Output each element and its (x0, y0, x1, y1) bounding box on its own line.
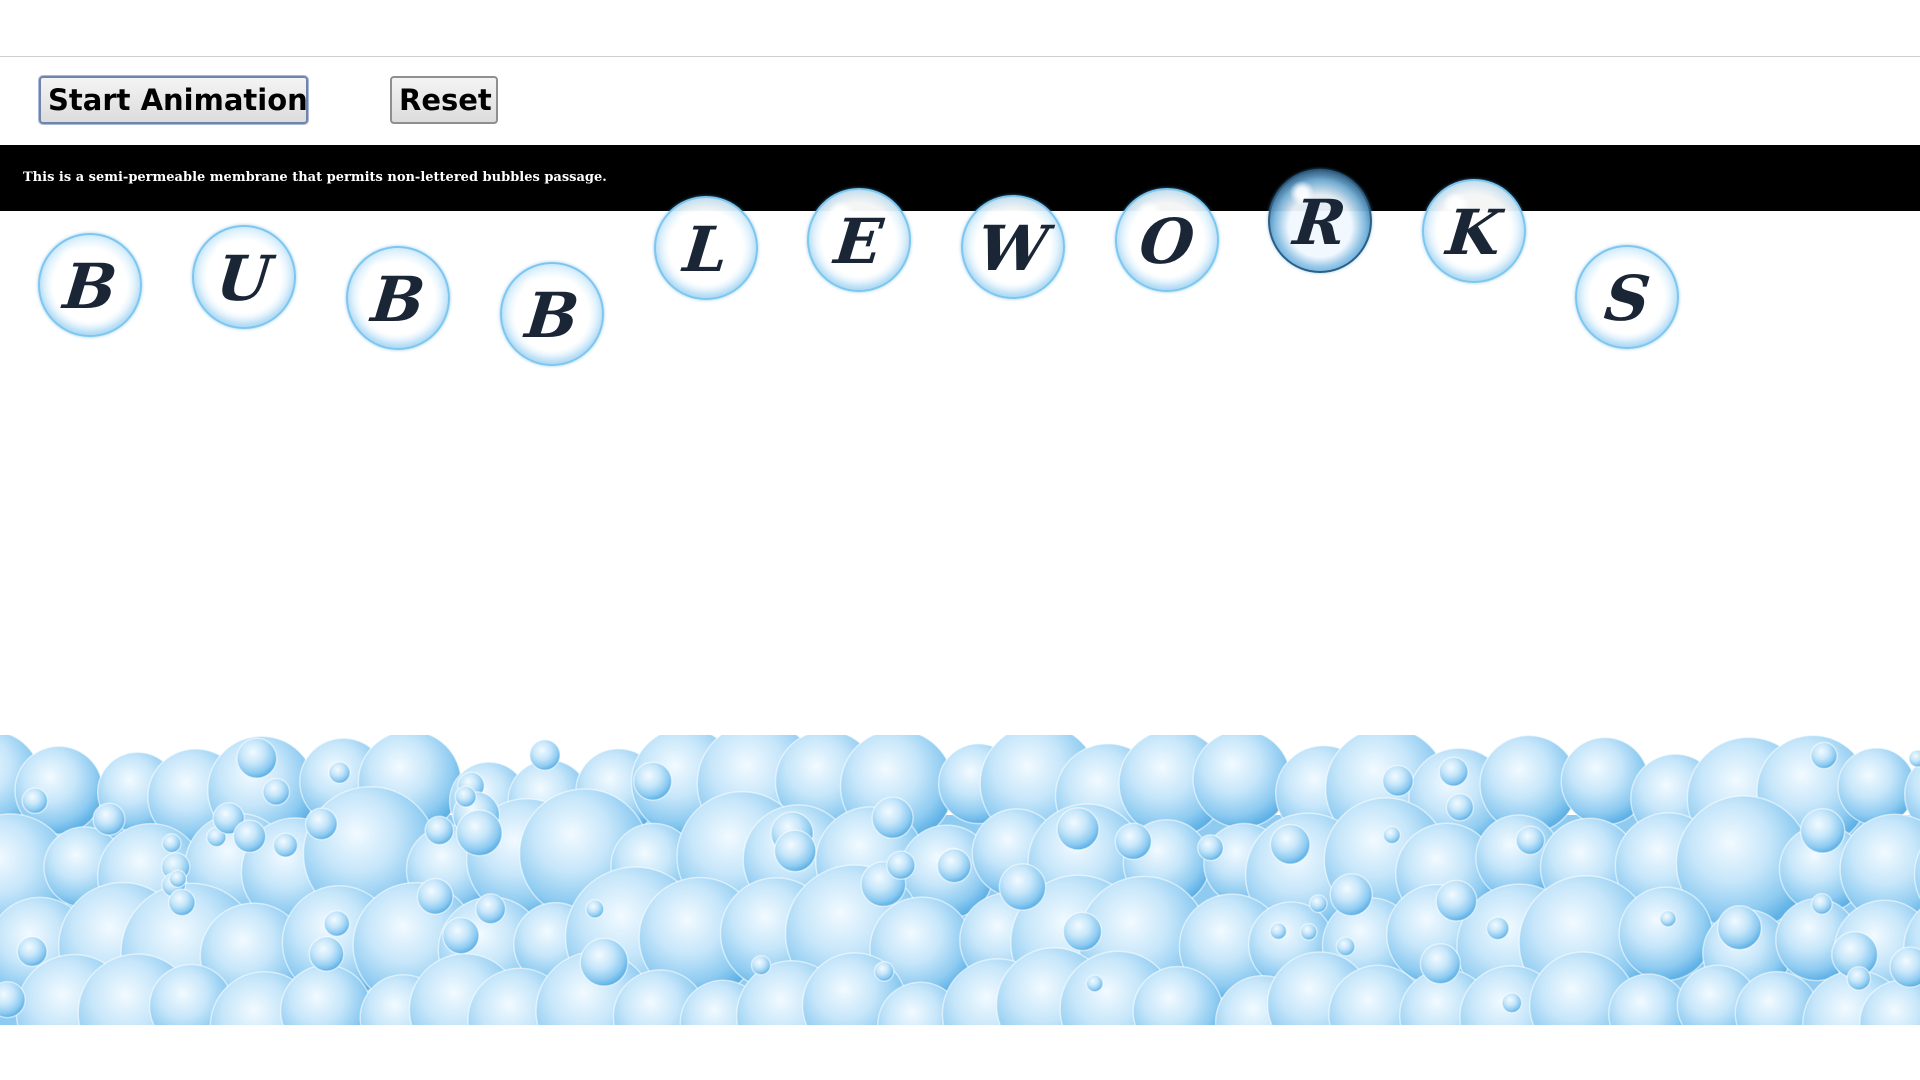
foam-bubble (1618, 886, 1714, 982)
foam-bubble (1515, 825, 1546, 856)
letter-bubble: B (346, 246, 450, 350)
foam-bubble (579, 937, 629, 987)
foam-bubble (632, 761, 673, 801)
letter-bubble: B (500, 262, 604, 366)
bubble-foam (0, 735, 1920, 1025)
foam-bubble (1837, 747, 1916, 826)
foam-bubble (416, 877, 454, 915)
letter-bubble: L (654, 196, 758, 300)
foam-bubble (232, 819, 267, 854)
foam-bubble (304, 807, 338, 841)
letter-bubble: U (192, 225, 296, 329)
foam-bubble (936, 848, 972, 884)
foam-bubble (873, 960, 895, 982)
foam-bubble (1846, 965, 1872, 991)
foam-bubble (442, 916, 480, 955)
letter-bubble: K (1422, 179, 1526, 283)
foam-bubble (1501, 992, 1523, 1014)
foam-bubble (528, 739, 561, 771)
foam-bubble (1908, 749, 1920, 768)
foam-bubble (1299, 922, 1318, 941)
foam-bubble (92, 802, 126, 836)
foam-bubble (21, 787, 49, 815)
letter-bubble: E (807, 188, 911, 292)
foam-bubble (1085, 974, 1104, 993)
letter-bubble: B (38, 233, 142, 337)
foam-bubble (474, 893, 507, 925)
foam-bubble (1114, 822, 1153, 861)
letter-bubble: O (1115, 188, 1219, 292)
foam-bubble (1445, 792, 1475, 822)
foam-bubble (998, 863, 1047, 911)
foam-bubble (1056, 807, 1100, 851)
membrane-caption: This is a semi-permeable membrane that p… (23, 170, 607, 185)
letter-bubble: R (1268, 169, 1372, 273)
foam-bubble (1485, 916, 1510, 941)
top-divider (0, 56, 1920, 57)
membrane-bar: This is a semi-permeable membrane that p… (0, 145, 1920, 211)
bubble-letter: B (60, 250, 121, 323)
bubble-letter: O (1136, 205, 1198, 278)
foam-bubble (1438, 756, 1469, 787)
foam-bubble (1659, 909, 1677, 928)
letter-bubble: W (961, 195, 1065, 299)
foam-bubble (1381, 764, 1414, 797)
foam-bubble (328, 761, 351, 784)
bubble-letter: W (974, 212, 1052, 285)
bubble-letter: B (522, 279, 583, 352)
foam-bubble (1196, 834, 1225, 862)
reset-button[interactable]: Reset (390, 76, 498, 124)
bubble-letter: K (1443, 196, 1505, 269)
foam-bubble (161, 833, 182, 854)
foam-bubble (1269, 823, 1311, 865)
letter-bubble: S (1575, 245, 1679, 349)
foam-bubble (1419, 943, 1462, 985)
foam-bubble (1810, 892, 1833, 915)
foam-bubble (1308, 894, 1328, 914)
foam-bubble (323, 910, 351, 937)
foam-bubble (1192, 735, 1292, 829)
foam-bubble (1269, 922, 1288, 941)
foam-bubble (168, 869, 188, 888)
foam-bubble (167, 888, 196, 917)
foam-bubble (773, 829, 817, 873)
foam-bubble (585, 899, 605, 919)
foam-bubble (454, 785, 477, 808)
foam-bubble (1382, 825, 1402, 845)
foam-bubble (236, 737, 278, 779)
bubble-letter: B (368, 263, 429, 336)
foam-bubble (750, 954, 772, 976)
foam-bubble (1810, 741, 1838, 770)
bubble-letter: L (680, 213, 732, 286)
bubble-letter: R (1290, 186, 1350, 259)
foam-bubble (272, 832, 299, 858)
foam-bubble (1329, 872, 1373, 917)
bubble-letter: U (213, 242, 275, 315)
bubble-letter: E (831, 205, 887, 278)
foam-bubble (1062, 911, 1103, 952)
foam-bubble (886, 850, 916, 881)
bubble-letter: S (1600, 262, 1654, 335)
foam-bubble (16, 935, 48, 968)
foam-bubble (308, 936, 345, 972)
foam-bubble (262, 777, 291, 806)
game-area: Start Animation Reset This is a semi-per… (0, 0, 1920, 1080)
foam-bubble (424, 815, 455, 846)
foam-bubble (871, 796, 914, 840)
foam-bubble (1335, 936, 1356, 957)
start-animation-button[interactable]: Start Animation (39, 76, 308, 124)
foam-bubble (455, 809, 503, 857)
foam-bubble (1435, 879, 1478, 922)
foam-bubble (1799, 808, 1846, 854)
foam-bubble (1716, 905, 1763, 951)
